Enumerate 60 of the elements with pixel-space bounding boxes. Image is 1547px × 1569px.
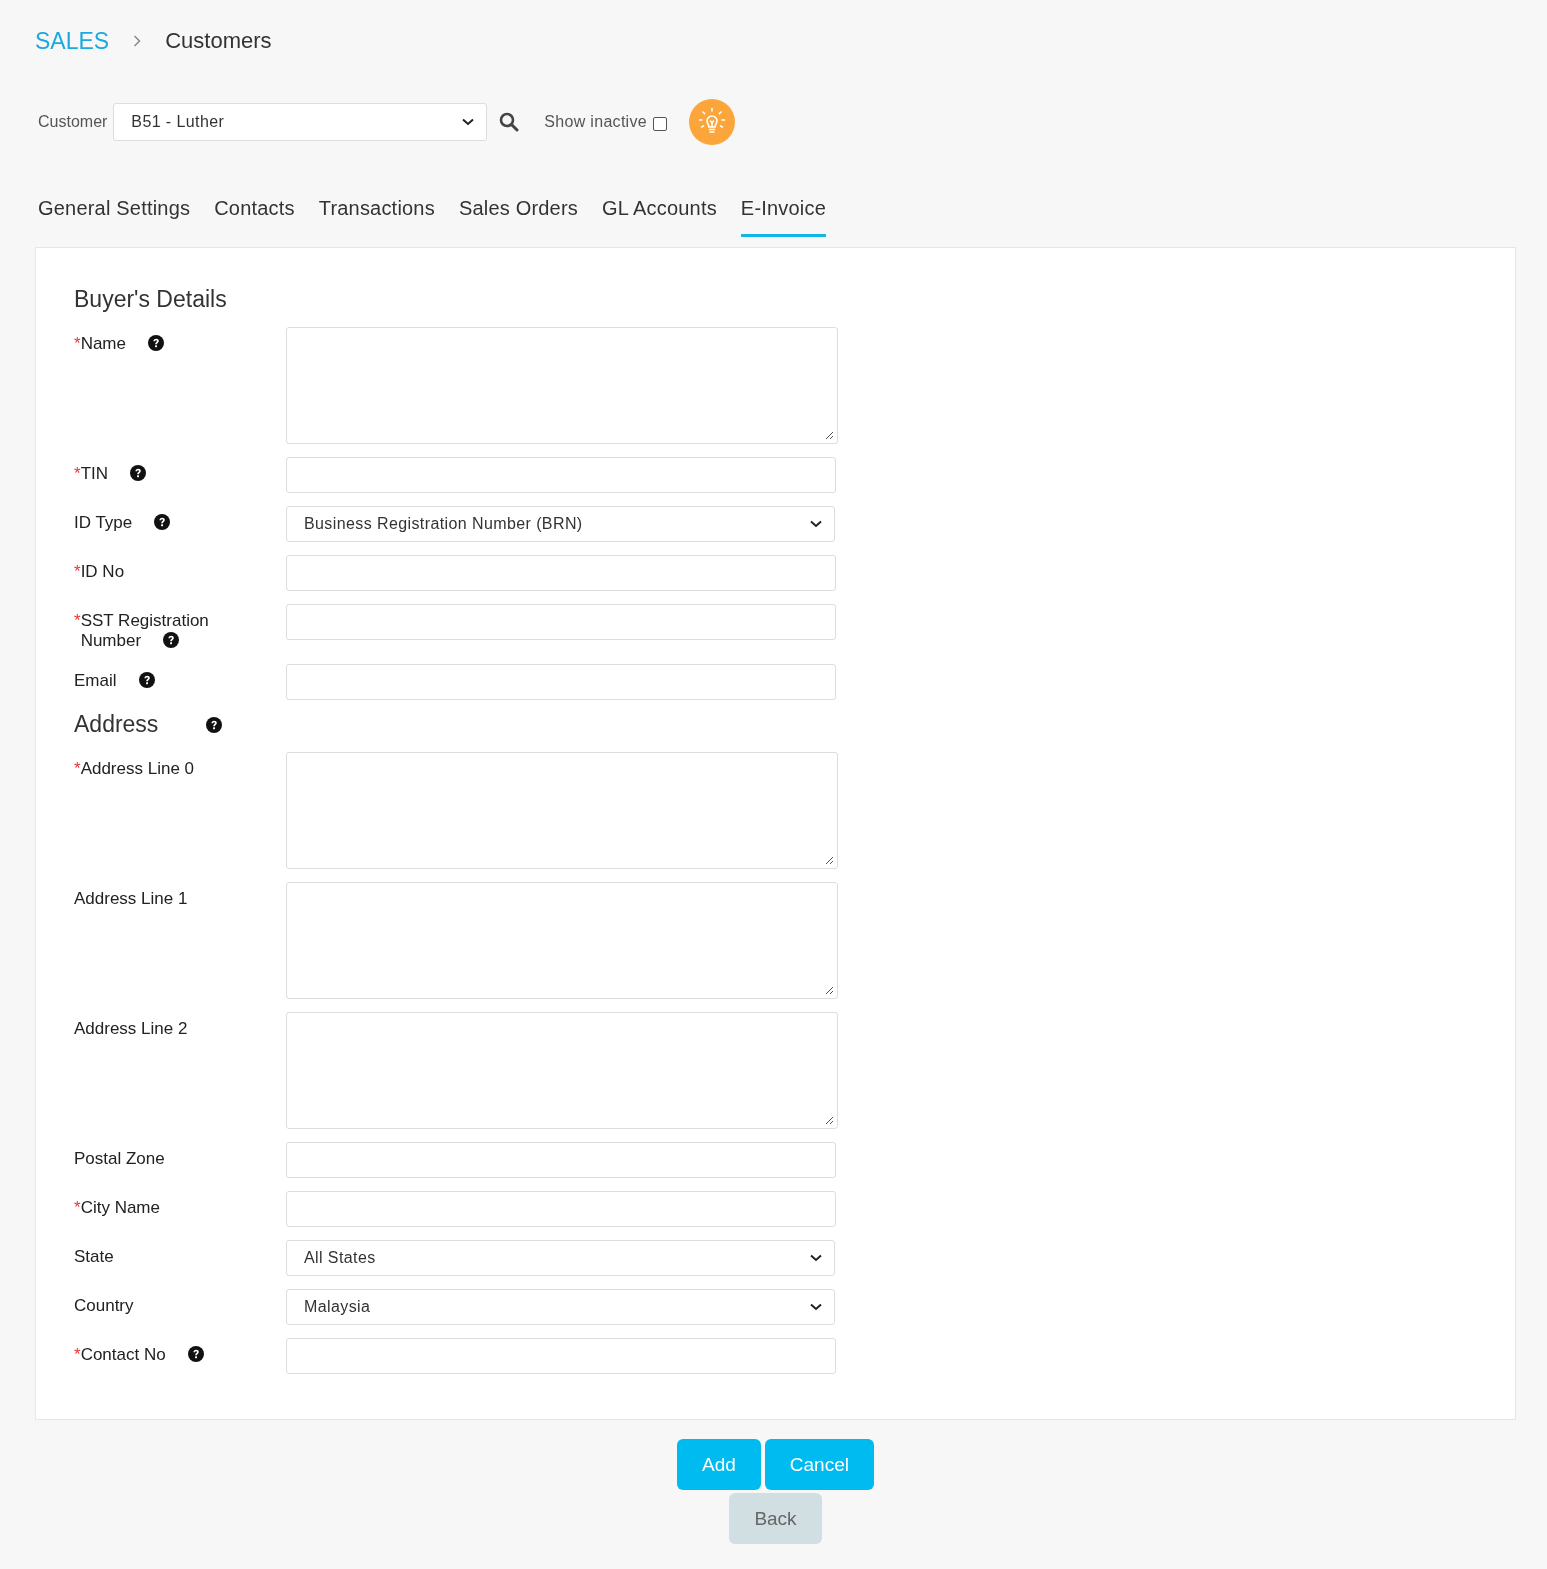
tab[interactable]: General Settings bbox=[38, 185, 191, 237]
tab[interactable]: Contacts bbox=[214, 185, 295, 237]
input-field[interactable] bbox=[286, 664, 836, 700]
input-field[interactable] bbox=[286, 555, 836, 591]
required-mark: * bbox=[74, 1198, 81, 1218]
chevron-down-icon bbox=[810, 1303, 822, 1311]
resize-handle-icon bbox=[825, 856, 834, 865]
tab[interactable]: Transactions bbox=[318, 185, 435, 237]
section-heading: Address bbox=[74, 711, 159, 738]
dropdown[interactable]: Business Registration Number (BRN) bbox=[286, 506, 835, 542]
field-label: TIN bbox=[80, 464, 108, 483]
input-field[interactable] bbox=[286, 604, 836, 640]
resize-handle-icon bbox=[825, 986, 834, 995]
field-label: Address Line 0 bbox=[80, 759, 195, 778]
input-field[interactable] bbox=[286, 1142, 836, 1178]
checkbox[interactable] bbox=[653, 117, 667, 131]
section-heading: Buyer's Details bbox=[74, 286, 228, 313]
field-label: Email bbox=[74, 671, 117, 690]
field-label: Contact No bbox=[80, 1345, 166, 1364]
required-mark: * bbox=[74, 611, 81, 631]
tab[interactable]: Sales Orders bbox=[458, 185, 578, 237]
text-area[interactable] bbox=[286, 752, 838, 869]
checkbox-label: Show inactive bbox=[544, 113, 647, 131]
input-field[interactable] bbox=[286, 1338, 836, 1374]
required-mark: * bbox=[74, 759, 81, 779]
resize-handle-icon bbox=[825, 431, 834, 440]
tab[interactable]: E-Invoice bbox=[740, 185, 826, 237]
back-button[interactable]: Back bbox=[729, 1493, 822, 1544]
input-field[interactable] bbox=[286, 457, 836, 493]
chevron-down-icon bbox=[810, 1254, 822, 1262]
page-title: Customers bbox=[165, 28, 272, 54]
field-label: State bbox=[74, 1247, 114, 1266]
required-mark: * bbox=[74, 562, 81, 582]
text-area[interactable] bbox=[286, 327, 838, 444]
customer-dropdown[interactable]: B51 - Luther bbox=[113, 103, 488, 141]
text-area[interactable] bbox=[286, 1012, 838, 1129]
tab[interactable]: GL Accounts bbox=[602, 185, 717, 237]
required-mark: * bbox=[74, 464, 81, 484]
chevron-down-icon bbox=[462, 118, 475, 126]
lightbulb-button[interactable] bbox=[689, 99, 735, 145]
chevron-down-icon bbox=[810, 520, 822, 528]
dropdown[interactable]: All States bbox=[286, 1240, 835, 1276]
resize-handle-icon bbox=[825, 1116, 834, 1125]
field-label: ID No bbox=[80, 562, 125, 581]
field-label: Customer bbox=[38, 113, 108, 131]
dropdown[interactable]: Malaysia bbox=[286, 1289, 835, 1325]
text-area[interactable] bbox=[286, 882, 838, 999]
field-label: City Name bbox=[80, 1198, 160, 1217]
required-mark: * bbox=[74, 1345, 81, 1365]
chevron-right-icon bbox=[133, 35, 142, 47]
field-label: Name bbox=[80, 334, 126, 353]
field-label: Address Line 2 bbox=[74, 1019, 188, 1038]
required-mark: * bbox=[74, 334, 81, 354]
field-label: ID Type bbox=[74, 513, 133, 532]
field-label: Address Line 1 bbox=[74, 889, 188, 908]
field-label: Country bbox=[74, 1296, 134, 1315]
field-label: Postal Zone bbox=[74, 1149, 165, 1168]
field-label: SST Registration Number bbox=[80, 611, 209, 650]
search-icon[interactable] bbox=[499, 112, 520, 132]
input-field[interactable] bbox=[286, 1191, 836, 1227]
